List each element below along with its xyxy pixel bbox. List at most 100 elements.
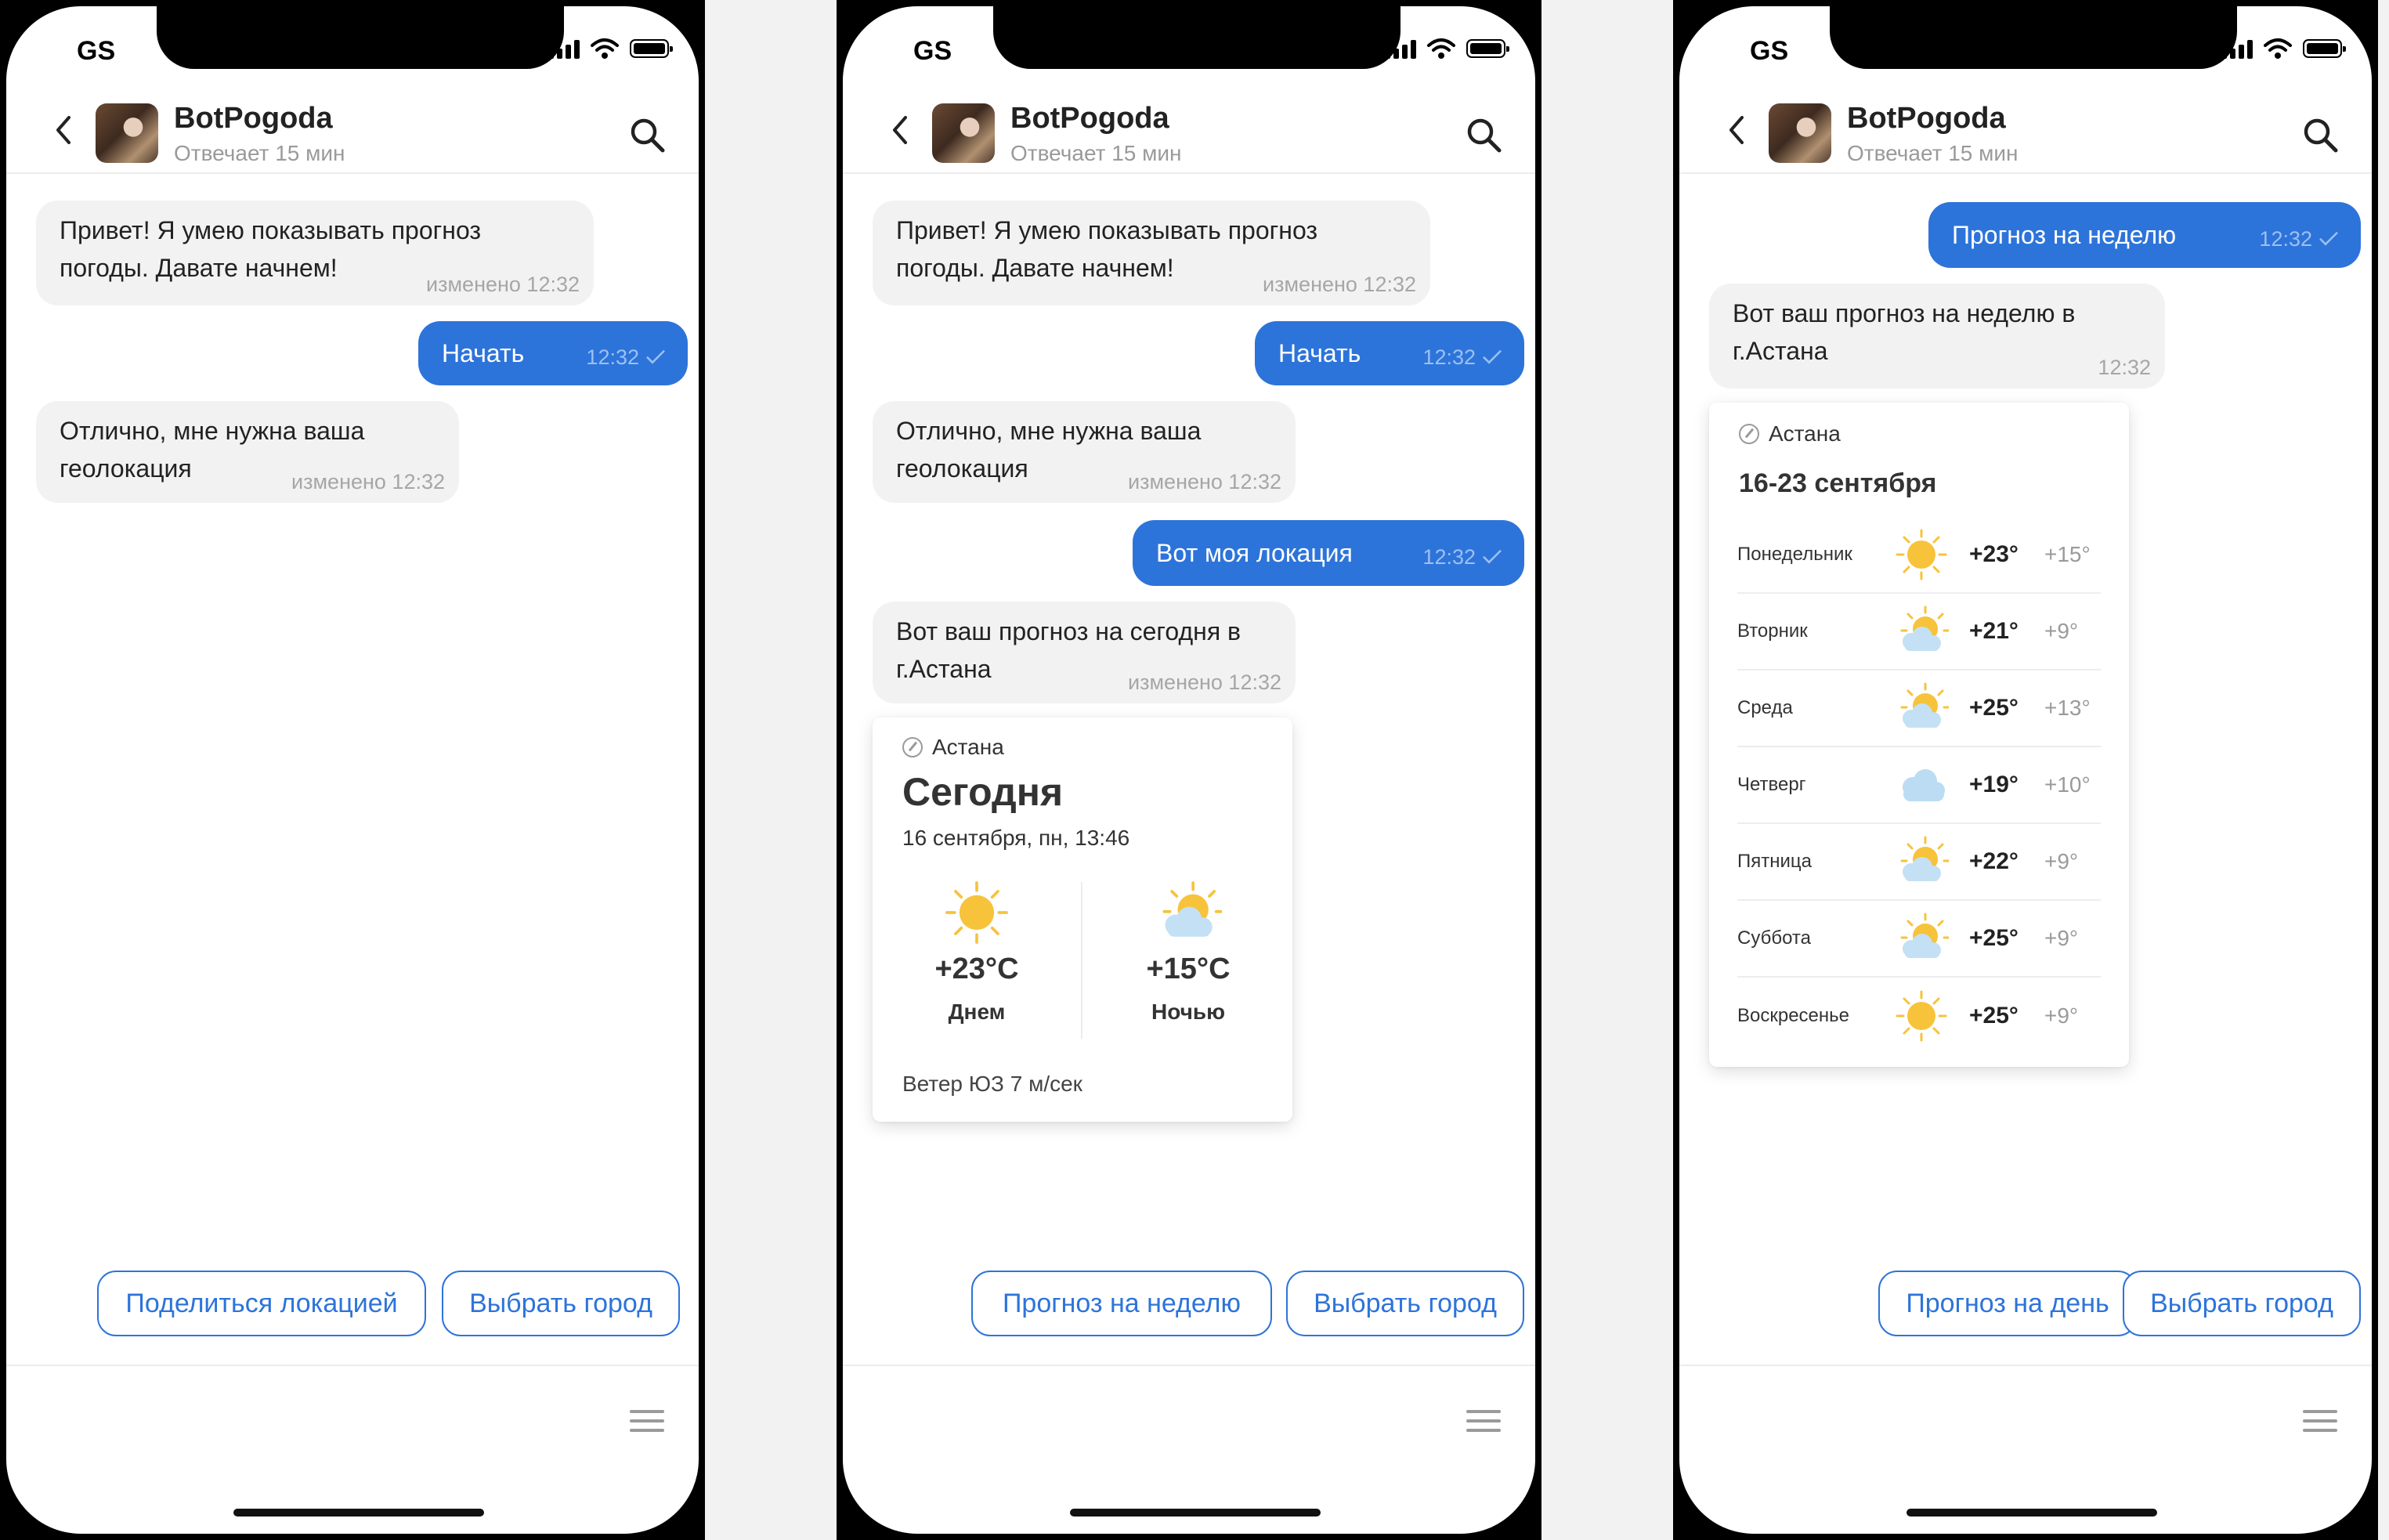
high-temperature: +25° (1969, 695, 2019, 721)
avatar[interactable] (932, 103, 995, 163)
low-temperature: +9° (2044, 849, 2079, 873)
compass-icon (902, 737, 923, 757)
low-temperature: +9° (2044, 619, 2079, 643)
divider (1081, 882, 1082, 1039)
message-meta: 12:32 (1422, 538, 1502, 576)
screen: GS BotPogoda Отвечает 15 мин Привет! Я у… (6, 6, 699, 1534)
message-time: 12:32 (2098, 356, 2151, 379)
message-time: 12:32 (2259, 226, 2312, 251)
carrier-label: GS (77, 36, 116, 66)
day-name: Среда (1737, 697, 1793, 718)
sun-cloud-icon (1900, 836, 1949, 883)
signal-icon (2221, 38, 2253, 59)
chat-status: Отвечает 15 мин (1010, 141, 1182, 165)
week-forecast-button[interactable]: Прогноз на неделю (971, 1271, 1272, 1336)
avatar[interactable] (1769, 103, 1831, 163)
forecast-row: Пятница +22° +9° (1737, 824, 2101, 901)
location-label: Астана (902, 735, 1004, 760)
search-icon[interactable] (2301, 116, 2339, 154)
message-time: 12:32 (586, 345, 639, 369)
low-temperature: +10° (2044, 772, 2091, 797)
carrier-label: GS (1750, 36, 1789, 66)
incoming-message: Отлично, мне нужна ваша геолокация измен… (873, 401, 1296, 503)
choose-city-button[interactable]: Выбрать город (1286, 1271, 1524, 1336)
high-temperature: +22° (1969, 848, 2019, 874)
home-indicator[interactable] (233, 1509, 484, 1517)
city-name: Астана (932, 735, 1004, 759)
forecast-row: Воскресенье +25° +9° (1737, 978, 2101, 1054)
incoming-message: Привет! Я умею показывать прогноз погоды… (873, 201, 1430, 305)
message-time: изменено 12:32 (1128, 470, 1281, 493)
battery-icon (1466, 39, 1509, 58)
back-button[interactable] (884, 114, 915, 146)
chat-title: BotPogoda (174, 102, 333, 135)
status-icons (1385, 38, 1509, 60)
sun-cloud-icon (1900, 913, 1949, 960)
incoming-message: Вот ваш прогноз на неделю в г.Астана 12:… (1709, 284, 2165, 389)
message-text: Вот моя локация (1156, 539, 1353, 567)
cloud-icon (1903, 769, 1945, 801)
screen: GS BotPogoda Отвечает 15 мин Привет! Я у… (843, 6, 1535, 1534)
wifi-icon (2264, 38, 2292, 59)
back-button[interactable] (47, 114, 78, 146)
day-forecast-button[interactable]: Прогноз на день (1878, 1271, 2137, 1336)
status-icons (2221, 38, 2346, 60)
forecast-row: Среда +25° +13° (1737, 671, 2101, 747)
day-temperature: +23°C (934, 953, 1019, 985)
forecast-row: Суббота +25° +9° (1737, 901, 2101, 978)
choose-city-button[interactable]: Выбрать город (2123, 1271, 2361, 1336)
outgoing-message: Вот моя локация 12:32 (1133, 520, 1524, 586)
wifi-icon (1427, 38, 1455, 59)
incoming-message: Привет! Я умею показывать прогноз погоды… (36, 201, 594, 305)
message-meta: 12:32 (1422, 338, 1502, 376)
incoming-message: Вот ваш прогноз на сегодня в г.Астана из… (873, 602, 1296, 703)
forecast-row: Понедельник +23° +15° (1737, 517, 2101, 594)
menu-icon[interactable] (630, 1410, 664, 1438)
chevron-left-icon (1729, 116, 1744, 144)
high-temperature: +19° (1969, 772, 2019, 797)
outgoing-message: Начать 12:32 (1255, 321, 1524, 385)
back-button[interactable] (1720, 114, 1751, 146)
high-temperature: +21° (1969, 618, 2019, 644)
menu-icon[interactable] (2303, 1410, 2337, 1438)
chat-title: BotPogoda (1847, 102, 2006, 135)
notch (993, 6, 1401, 69)
message-time: 12:32 (1422, 345, 1476, 369)
date-range: 16-23 сентября (1739, 468, 1937, 498)
screen: GS BotPogoda Отвечает 15 мин Прогноз на … (1679, 6, 2372, 1534)
message-text: Вот ваш прогноз на неделю в г.Астана (1733, 299, 2076, 365)
search-icon[interactable] (628, 116, 666, 154)
signal-icon (1385, 38, 1416, 59)
input-bar (1679, 1365, 2372, 1523)
home-indicator[interactable] (1907, 1509, 2157, 1517)
chat-title: BotPogoda (1010, 102, 1169, 135)
message-time: изменено 12:32 (426, 273, 580, 296)
day-name: Суббота (1737, 927, 1811, 949)
chevron-left-icon (56, 116, 70, 144)
high-temperature: +25° (1969, 925, 2019, 951)
message-text: Прогноз на неделю (1952, 221, 2177, 249)
card-title: Сегодня (902, 770, 1064, 814)
day-name: Четверг (1737, 774, 1806, 795)
chat-header: BotPogoda Отвечает 15 мин (843, 94, 1535, 174)
carrier-label: GS (913, 36, 952, 66)
menu-icon[interactable] (1466, 1410, 1501, 1438)
message-meta: 12:32 (2259, 220, 2339, 258)
chat-header: BotPogoda Отвечает 15 мин (6, 94, 699, 174)
low-temperature: +13° (2044, 696, 2091, 720)
choose-city-button[interactable]: Выбрать город (442, 1271, 680, 1336)
search-icon[interactable] (1465, 116, 1502, 154)
notch (157, 6, 564, 69)
phone-screen-2: GS BotPogoda Отвечает 15 мин Привет! Я у… (837, 0, 1541, 1540)
message-time: изменено 12:32 (291, 470, 445, 493)
home-indicator[interactable] (1070, 1509, 1321, 1517)
phone-screen-1: GS BotPogoda Отвечает 15 мин Привет! Я у… (0, 0, 705, 1540)
day-name: Воскресенье (1737, 1005, 1850, 1026)
today-forecast-card: Астана Сегодня 16 сентября, пн, 13:46 +2… (873, 718, 1292, 1122)
share-location-button[interactable]: Поделиться локацией (97, 1271, 426, 1336)
wind-info: Ветер ЮЗ 7 м/сек (902, 1072, 1082, 1096)
chat-status: Отвечает 15 мин (174, 141, 345, 165)
night-label: Ночью (1151, 1000, 1225, 1024)
avatar[interactable] (96, 103, 158, 163)
high-temperature: +25° (1969, 1003, 2019, 1028)
